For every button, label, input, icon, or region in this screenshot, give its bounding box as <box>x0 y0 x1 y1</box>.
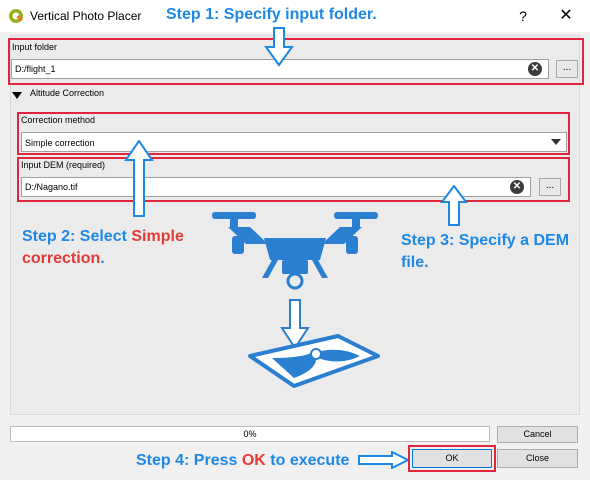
down-arrow-icon <box>264 27 294 67</box>
collapse-triangle-icon[interactable] <box>12 90 22 100</box>
step4-text-a: Step 4: Press <box>136 452 242 469</box>
step1-annotation: Step 1: Specify input folder. <box>166 6 377 23</box>
progress-text: 0% <box>243 429 257 439</box>
browse-dem-button[interactable]: ... <box>539 178 561 196</box>
input-folder-label: Input folder <box>12 42 58 52</box>
ok-button[interactable]: OK <box>412 449 492 468</box>
up-arrow-icon <box>124 140 154 217</box>
correction-method-value: Simple correction <box>25 138 95 148</box>
step2-text-d: . <box>100 250 105 267</box>
step4-text-b: OK <box>241 452 266 469</box>
step3-text-a: Step 3: Specify a DEM <box>401 232 570 249</box>
step4-annotation: Step 4: Press OK to execute <box>136 452 349 470</box>
qgis-logo-icon <box>9 9 23 23</box>
altitude-correction-label[interactable]: Altitude Correction <box>30 88 104 98</box>
step2-text-b: Simple <box>131 228 184 245</box>
step2-annotation: Step 2: Select Simple correction. <box>22 226 184 270</box>
correction-method-label: Correction method <box>21 115 96 125</box>
clear-icon[interactable]: ✕ <box>510 180 524 194</box>
browse-folder-button[interactable]: ... <box>556 60 578 78</box>
cancel-button[interactable]: Cancel <box>497 426 578 443</box>
close-button[interactable]: Close <box>497 449 578 468</box>
progress-bar: 0% <box>10 426 490 442</box>
chevron-down-icon[interactable] <box>551 139 561 146</box>
up-arrow-icon <box>440 185 468 226</box>
close-window-button[interactable]: ✕ <box>556 6 576 26</box>
correction-method-select[interactable]: Simple correction <box>21 132 567 152</box>
input-dem-value: D:/Nagano.tif <box>25 182 78 192</box>
input-folder-value: D:/flight_1 <box>15 64 56 74</box>
right-arrow-icon <box>358 451 410 469</box>
drone-illustration <box>212 212 380 388</box>
window-title: Vertical Photo Placer <box>30 9 142 23</box>
clear-icon[interactable]: ✕ <box>528 62 542 76</box>
step2-text-a: Step 2: Select <box>22 228 132 245</box>
step3-text-b: file. <box>401 254 429 271</box>
step3-annotation: Step 3: Specify a DEM file. <box>401 230 569 274</box>
help-button[interactable]: ? <box>513 6 533 26</box>
step2-text-c: correction <box>22 250 101 267</box>
input-dem-label: Input DEM (required) <box>21 160 106 170</box>
step4-text-c: to execute <box>265 452 350 469</box>
